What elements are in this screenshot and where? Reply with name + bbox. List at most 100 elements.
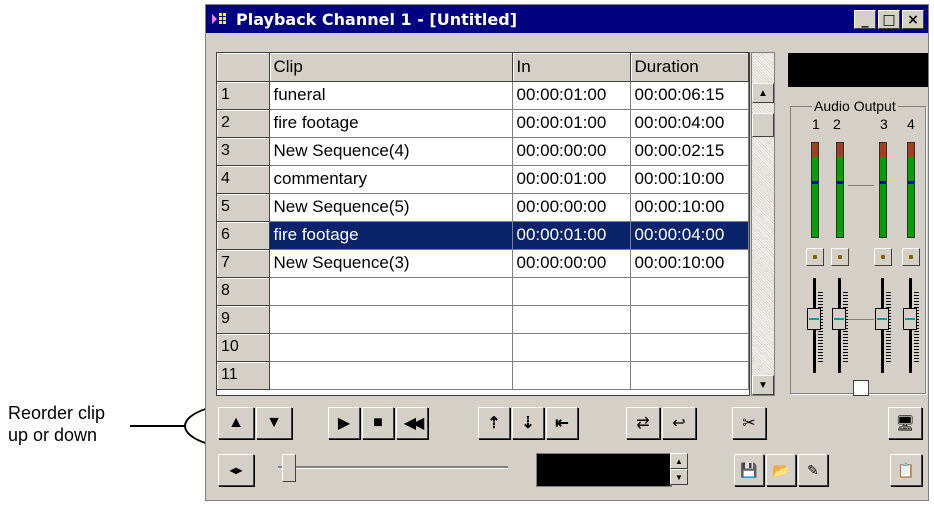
grid-scrollbar[interactable]: ▲ ▼ <box>751 52 775 396</box>
channel-3-button[interactable] <box>874 248 892 266</box>
in-cell[interactable]: 00:00:01:00 <box>512 221 631 250</box>
clip-cell[interactable] <box>269 333 513 362</box>
scroll-track[interactable] <box>752 53 774 395</box>
duration-cell[interactable] <box>630 333 749 362</box>
table-row[interactable]: 5 New Sequence(5) 00:00:00:00 00:00:10:00 <box>217 193 749 222</box>
in-cell[interactable] <box>512 305 631 334</box>
fader-3-knob[interactable] <box>875 308 889 330</box>
row-number[interactable]: 3 <box>217 137 270 166</box>
duration-cell[interactable] <box>630 305 749 334</box>
clip-cell[interactable]: New Sequence(5) <box>269 193 513 222</box>
row-number[interactable]: 9 <box>217 305 270 334</box>
table-row[interactable]: 7 New Sequence(3) 00:00:00:00 00:00:10:00 <box>217 249 749 278</box>
channel-1-button[interactable] <box>806 248 824 266</box>
duration-cell[interactable]: 00:00:10:00 <box>630 193 749 222</box>
return-button[interactable]: ↩ <box>662 407 696 439</box>
timecode-spin-field[interactable] <box>536 453 672 487</box>
in-cell[interactable] <box>512 361 631 390</box>
row-number[interactable]: 2 <box>217 109 270 138</box>
in-cell[interactable]: 00:00:01:00 <box>512 81 631 110</box>
move-to-top-button[interactable]: ⇡ <box>478 407 510 439</box>
duration-cell[interactable]: 00:00:06:15 <box>630 81 749 110</box>
table-row[interactable]: 10 <box>217 333 749 362</box>
row-number[interactable]: 11 <box>217 361 270 390</box>
column-header-clip[interactable]: Clip <box>269 53 513 82</box>
column-header-duration[interactable]: Duration <box>630 53 749 82</box>
fader-1-knob[interactable] <box>807 308 821 330</box>
spin-up-button[interactable]: ▲ <box>670 453 688 469</box>
clip-grid[interactable]: Clip In Duration 1 funeral 00:00:01:00 00:0… <box>216 52 750 396</box>
rewind-button[interactable]: ◀◀ <box>396 407 428 439</box>
link-faders-checkbox[interactable] <box>853 380 869 396</box>
table-row[interactable]: 6 fire footage 00:00:01:00 00:00:04:00 <box>217 221 749 250</box>
position-slider-thumb[interactable] <box>282 454 296 482</box>
position-slider-track[interactable] <box>278 466 508 469</box>
row-number[interactable]: 10 <box>217 333 270 362</box>
fader-4[interactable] <box>903 278 919 373</box>
minimize-button[interactable]: _ <box>854 10 876 29</box>
save-button[interactable]: 💾 <box>734 454 764 486</box>
in-cell[interactable] <box>512 277 631 306</box>
edit-button[interactable]: ✎ <box>798 454 828 486</box>
row-number[interactable]: 8 <box>217 277 270 306</box>
in-cell[interactable]: 00:00:00:00 <box>512 137 631 166</box>
clip-cell[interactable]: fire footage <box>269 221 513 250</box>
table-row[interactable]: 4 commentary 00:00:01:00 00:00:10:00 <box>217 165 749 194</box>
move-up-button[interactable]: ▲ <box>218 407 254 439</box>
row-number[interactable]: 4 <box>217 165 270 194</box>
clip-cell[interactable]: funeral <box>269 81 513 110</box>
row-number[interactable]: 7 <box>217 249 270 278</box>
channel-2-button[interactable] <box>831 248 849 266</box>
scroll-thumb[interactable] <box>752 113 774 137</box>
spin-down-button[interactable]: ▼ <box>670 469 688 485</box>
monitor-button[interactable]: 🖥 <box>888 407 922 439</box>
table-row[interactable]: 3 New Sequence(4) 00:00:00:00 00:00:02:15 <box>217 137 749 166</box>
in-cell[interactable]: 00:00:01:00 <box>512 109 631 138</box>
in-cell[interactable] <box>512 333 631 362</box>
fader-2-knob[interactable] <box>832 308 846 330</box>
play-button[interactable]: ▶ <box>328 407 360 439</box>
duration-cell[interactable]: 00:00:02:15 <box>630 137 749 166</box>
timecode-spinner[interactable]: ▲ ▼ <box>670 453 688 485</box>
open-button[interactable]: 📂 <box>766 454 796 486</box>
in-cell[interactable]: 00:00:01:00 <box>512 165 631 194</box>
row-number[interactable]: 6 <box>217 221 270 250</box>
duration-cell[interactable]: 00:00:04:00 <box>630 109 749 138</box>
table-row[interactable]: 9 <box>217 305 749 334</box>
fader-4-knob[interactable] <box>903 308 917 330</box>
row-number[interactable]: 1 <box>217 81 270 110</box>
clip-cell[interactable] <box>269 361 513 390</box>
title-bar[interactable]: Playback Channel 1 - [Untitled] _ □ × <box>206 5 928 33</box>
stop-button[interactable]: ■ <box>362 407 394 439</box>
duration-cell[interactable]: 00:00:04:00 <box>630 221 749 250</box>
maximize-button[interactable]: □ <box>878 10 900 29</box>
duration-cell[interactable] <box>630 361 749 390</box>
clip-cell[interactable] <box>269 305 513 334</box>
scroll-down-button[interactable]: ▼ <box>752 375 774 395</box>
row-number[interactable]: 5 <box>217 193 270 222</box>
in-cell[interactable]: 00:00:00:00 <box>512 249 631 278</box>
clip-cell[interactable]: commentary <box>269 165 513 194</box>
scroll-up-button[interactable]: ▲ <box>752 83 774 103</box>
clip-cell[interactable]: New Sequence(4) <box>269 137 513 166</box>
expand-button[interactable]: ◂▸ <box>218 454 254 486</box>
go-to-start-button[interactable]: ⇤ <box>546 407 578 439</box>
table-row[interactable]: 8 <box>217 277 749 306</box>
move-down-button[interactable]: ▼ <box>256 407 292 439</box>
clipboard-button[interactable]: 📋 <box>890 454 922 486</box>
duration-cell[interactable]: 00:00:10:00 <box>630 249 749 278</box>
move-to-bottom-button[interactable]: ⇣ <box>512 407 544 439</box>
in-cell[interactable]: 00:00:00:00 <box>512 193 631 222</box>
column-header-in[interactable]: In <box>512 53 631 82</box>
clip-cell[interactable] <box>269 277 513 306</box>
cut-button[interactable]: ✂ <box>732 407 766 439</box>
table-row[interactable]: 11 <box>217 361 749 390</box>
fader-2[interactable] <box>832 278 848 373</box>
fader-3[interactable] <box>875 278 891 373</box>
duration-cell[interactable] <box>630 277 749 306</box>
table-row[interactable]: 2 fire footage 00:00:01:00 00:00:04:00 <box>217 109 749 138</box>
close-button[interactable]: × <box>902 10 924 29</box>
loop-button[interactable]: ⇄ <box>626 407 660 439</box>
clip-cell[interactable]: New Sequence(3) <box>269 249 513 278</box>
clip-cell[interactable]: fire footage <box>269 109 513 138</box>
